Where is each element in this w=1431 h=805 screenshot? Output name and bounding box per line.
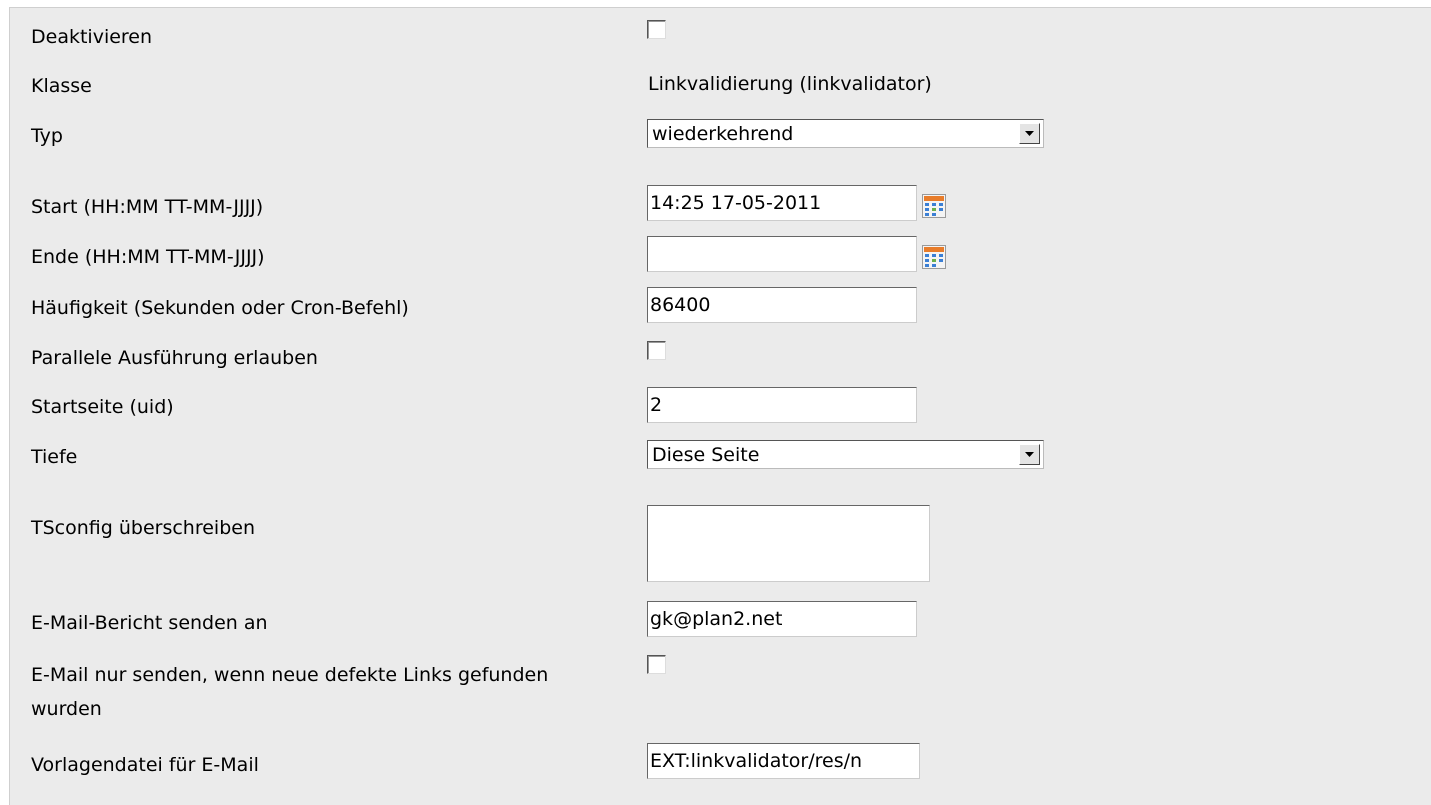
tsconfig-textarea[interactable] (647, 505, 930, 582)
class-value: Linkvalidierung (linkvalidator) (648, 73, 932, 95)
email-template-label: Vorlagendatei für E-Mail (31, 754, 259, 776)
depth-select[interactable]: Diese Seite (647, 440, 1044, 469)
email-only-new-label: E-Mail nur senden, wenn neue defekte Lin… (31, 664, 549, 720)
email-report-label: E-Mail-Bericht senden an (31, 612, 268, 634)
frequency-input[interactable]: 86400 (647, 287, 917, 323)
start-label: Start (HH:MM TT-MM-JJJJ) (31, 196, 264, 218)
class-label: Klasse (31, 75, 92, 97)
deactivate-checkbox[interactable] (647, 20, 666, 39)
parallel-execution-label: Parallele Ausführung erlauben (31, 347, 318, 369)
start-page-input[interactable]: 2 (647, 387, 917, 423)
type-select-value: wiederkehrend (652, 122, 794, 145)
start-input[interactable]: 14:25 17-05-2011 (647, 185, 917, 221)
email-template-input[interactable]: EXT:linkvalidator/res/n (647, 743, 920, 779)
end-label: Ende (HH:MM TT-MM-JJJJ) (31, 246, 265, 268)
chevron-down-icon[interactable] (1019, 444, 1040, 465)
email-report-input[interactable]: gk@plan2.net (647, 601, 917, 637)
email-only-new-checkbox[interactable] (647, 655, 666, 674)
chevron-down-icon[interactable] (1019, 123, 1040, 144)
depth-label: Tiefe (31, 446, 78, 468)
type-select[interactable]: wiederkehrend (647, 119, 1044, 148)
start-page-label: Startseite (uid) (31, 396, 174, 418)
end-input[interactable] (647, 236, 917, 272)
parallel-execution-checkbox[interactable] (647, 341, 666, 360)
calendar-icon[interactable] (922, 194, 946, 218)
calendar-icon[interactable] (922, 245, 946, 269)
depth-select-value: Diese Seite (652, 443, 760, 466)
tsconfig-label: TSconfig überschreiben (31, 517, 255, 539)
type-label: Typ (31, 125, 63, 147)
frequency-label: Häufigkeit (Sekunden oder Cron-Befehl) (31, 297, 409, 319)
deactivate-label: Deaktivieren (31, 26, 153, 48)
